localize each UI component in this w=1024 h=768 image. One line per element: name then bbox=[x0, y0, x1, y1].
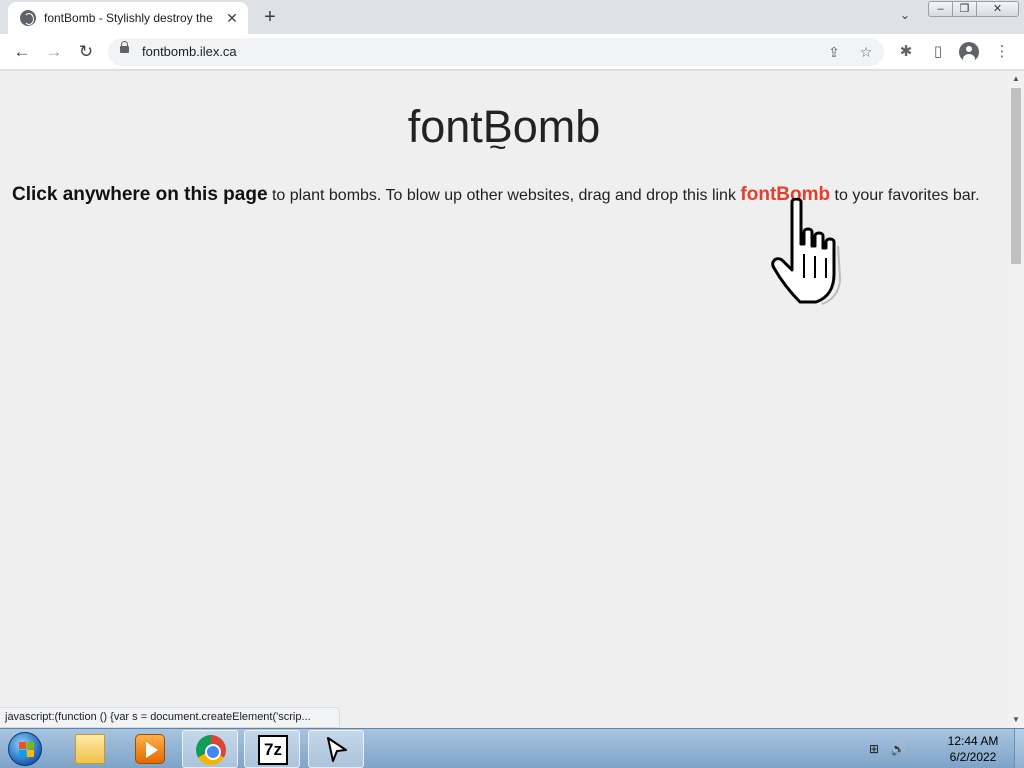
taskbar-explorer[interactable] bbox=[62, 730, 118, 768]
fontbomb-logo: fontBomb bbox=[0, 101, 1008, 153]
new-tab-button[interactable]: + bbox=[258, 6, 282, 30]
taskbar-7zip[interactable]: 7z bbox=[244, 730, 300, 768]
taskbar-media-player[interactable] bbox=[122, 730, 178, 768]
scroll-down-arrow-icon[interactable]: ▼ bbox=[1008, 712, 1024, 728]
page-scrollbar[interactable]: ▲ ▼ bbox=[1008, 71, 1024, 728]
globe-icon bbox=[20, 10, 36, 26]
profile-avatar-icon[interactable] bbox=[959, 42, 979, 62]
address-bar[interactable]: fontbomb.ilex.ca ⇪ ☆ bbox=[108, 38, 884, 66]
taskbar-clock[interactable]: 12:44 AM 6/2/2022 bbox=[936, 733, 1010, 765]
windows-flag-icon bbox=[19, 742, 35, 758]
bookmark-star-icon[interactable]: ☆ bbox=[856, 42, 876, 62]
hand-pointer-cursor-icon bbox=[771, 198, 842, 305]
chrome-icon bbox=[196, 735, 226, 765]
arrow-cursor-icon bbox=[327, 737, 347, 762]
minimize-button[interactable]: – bbox=[928, 1, 953, 17]
instruction-mid: to plant bombs. To blow up other website… bbox=[267, 187, 741, 204]
network-icon[interactable]: ⊞ bbox=[866, 742, 882, 756]
instruction-end: to your favorites bar. bbox=[830, 187, 980, 204]
scroll-thumb[interactable] bbox=[1011, 88, 1021, 264]
show-desktop-button[interactable] bbox=[1014, 729, 1024, 768]
forward-button[interactable]: → bbox=[42, 40, 66, 64]
page-content[interactable]: fontBomb Click anywhere on this page to … bbox=[0, 71, 1008, 728]
tab-strip: fontBomb - Stylishly destroy the ✕ + ⌄ –… bbox=[0, 0, 1024, 34]
tab-close-icon[interactable]: ✕ bbox=[224, 10, 240, 26]
start-button[interactable] bbox=[6, 731, 46, 767]
close-window-button[interactable]: ✕ bbox=[976, 1, 1019, 17]
link-status-bubble: javascript:(function () {var s = documen… bbox=[0, 707, 340, 728]
scroll-up-arrow-icon[interactable]: ▲ bbox=[1008, 71, 1024, 87]
extensions-puzzle-icon[interactable]: ✱ bbox=[896, 42, 916, 62]
browser-toolbar: ← → ↻ fontbomb.ilex.ca ⇪ ☆ ✱ ▯ ⋮ bbox=[0, 34, 1024, 70]
logo-letter-b: B bbox=[483, 101, 513, 152]
volume-icon[interactable]: 🔊 bbox=[890, 742, 906, 756]
windows-orb-icon[interactable] bbox=[8, 732, 42, 766]
clock-time: 12:44 AM bbox=[947, 734, 999, 748]
windows-taskbar: 7z ⊞ 🔊 12:44 AM 6/2/2022 bbox=[0, 728, 1024, 768]
instructions: Click anywhere on this page to plant bom… bbox=[12, 184, 1008, 206]
taskbar-chrome[interactable] bbox=[182, 730, 238, 768]
share-icon[interactable]: ⇪ bbox=[824, 42, 844, 62]
tab-title: fontBomb - Stylishly destroy the bbox=[44, 11, 213, 25]
side-panel-icon[interactable]: ▯ bbox=[928, 42, 948, 62]
browser-menu-icon[interactable]: ⋮ bbox=[992, 42, 1012, 62]
clock-date: 6/2/2022 bbox=[949, 750, 997, 764]
maximize-button[interactable]: ❐ bbox=[952, 1, 977, 17]
folder-icon bbox=[75, 734, 105, 764]
back-button[interactable]: ← bbox=[10, 40, 34, 64]
sevenzip-icon: 7z bbox=[258, 735, 288, 765]
lock-icon[interactable] bbox=[120, 41, 129, 53]
tab-fontbomb[interactable]: fontBomb - Stylishly destroy the ✕ bbox=[8, 2, 248, 34]
reload-button[interactable]: ↻ bbox=[74, 40, 98, 64]
tab-search-chevron-icon[interactable]: ⌄ bbox=[896, 8, 914, 26]
taskbar-cursor-app[interactable] bbox=[308, 730, 364, 768]
logo-text-start: font bbox=[407, 101, 483, 152]
media-player-icon bbox=[135, 734, 165, 764]
logo-text-end: omb bbox=[512, 101, 601, 152]
instruction-strong: Click anywhere on this page bbox=[12, 184, 268, 205]
url-text[interactable]: fontbomb.ilex.ca bbox=[142, 44, 237, 59]
